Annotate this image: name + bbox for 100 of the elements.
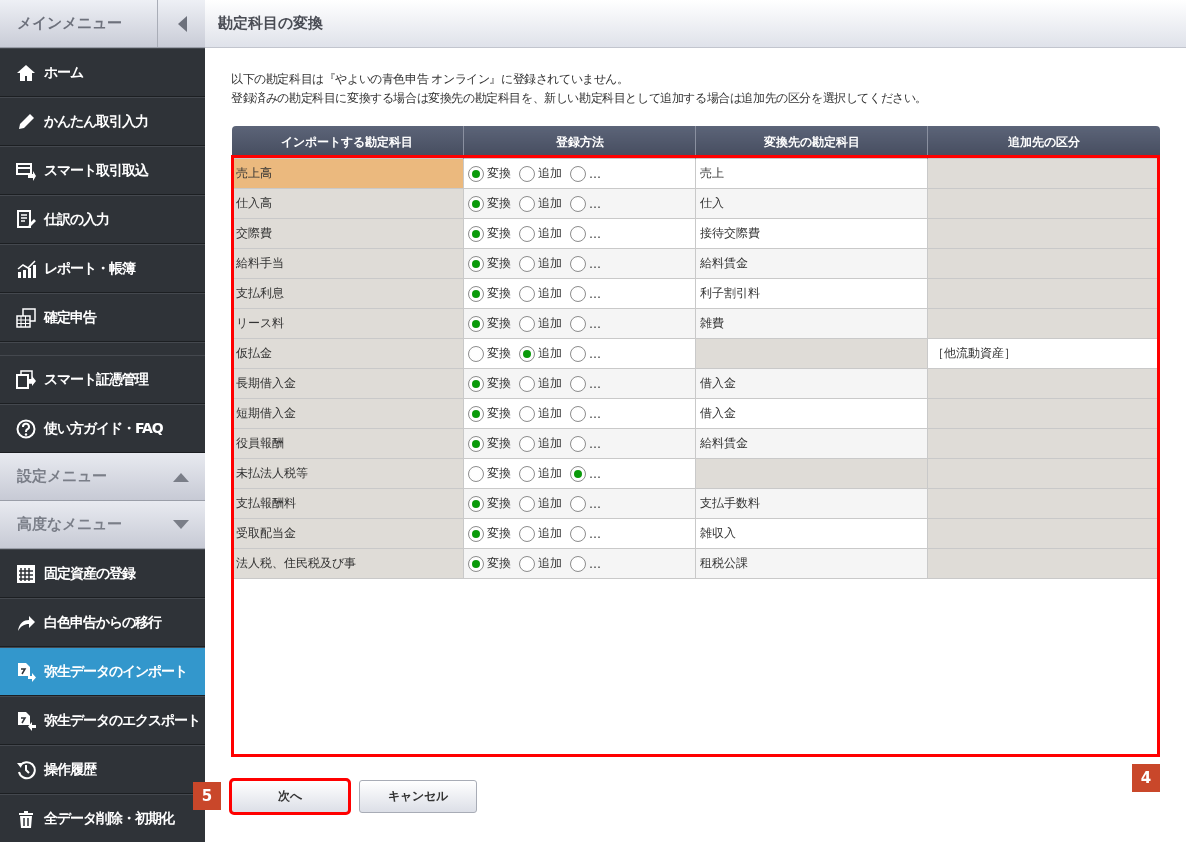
table-cell: リース料 <box>231 308 464 339</box>
menu-item[interactable]: スマート取引取込 <box>0 146 205 195</box>
radio-button[interactable]: 変換 <box>468 165 511 182</box>
radio-button[interactable]: 変換 <box>468 375 511 392</box>
menu-item[interactable]: 確定申告 <box>0 293 205 342</box>
radio-button[interactable]: 変換 <box>468 495 511 512</box>
bar-chart-icon <box>16 258 36 279</box>
menu-item[interactable]: スマート証憑管理 <box>0 355 205 404</box>
table-cell: 借入金 <box>695 368 928 399</box>
menu-item-label: ホーム <box>44 63 83 82</box>
instruction-text: 登録済みの勘定科目に変換する場合は変換先の勘定科目を、新しい勘定科目として追加する場合は追加先の区分を選択してください。 <box>231 90 928 107</box>
radio-button[interactable]: 追加 <box>519 345 562 362</box>
button[interactable]: 次へ <box>231 780 349 813</box>
menu-section-title: 高度なメニュー <box>17 515 122 534</box>
document-pencil-icon <box>16 209 36 230</box>
table-cell: ［他流動資産］ <box>927 338 1160 369</box>
radio-button[interactable]: 変換 <box>468 195 511 212</box>
help-icon <box>16 418 36 439</box>
table-cell: 雑収入 <box>695 518 928 549</box>
menu-item-label: 弥生データのインポート <box>44 662 187 681</box>
radio-button[interactable]: 変換 <box>468 345 511 362</box>
radio-button[interactable]: 追加 <box>519 405 562 422</box>
radio-button[interactable]: 変換 <box>468 405 511 422</box>
table-cell: 仕入高 <box>231 188 464 219</box>
radio-button[interactable]: 追加 <box>519 375 562 392</box>
table-cell: 仕入 <box>695 188 928 219</box>
menu-item-label: 固定資産の登録 <box>44 564 135 583</box>
menu-item[interactable]: 仕訳の入力 <box>0 195 205 244</box>
radio-button[interactable]: 追加 <box>519 435 562 452</box>
radio-button[interactable]: 変換 <box>468 255 511 272</box>
home-icon <box>16 62 36 83</box>
radio-button[interactable]: 追加 <box>519 315 562 332</box>
table-cell: 租税公課 <box>695 548 928 579</box>
grid-icon <box>16 563 36 584</box>
radio-button[interactable]: 追加 <box>519 285 562 302</box>
table-cell: 給料賃金 <box>695 248 928 279</box>
menu-item-label: 確定申告 <box>44 308 96 327</box>
radio-button[interactable]: 変換 <box>468 435 511 452</box>
radio-button[interactable]: 追加 <box>519 255 562 272</box>
table-cell: 支払利息 <box>231 278 464 309</box>
menu-item[interactable]: ホーム <box>0 48 205 97</box>
radio-button[interactable]: 変換 <box>468 315 511 332</box>
table-cell: 受取配当金 <box>231 518 464 549</box>
table-cell: 売上 <box>695 158 928 189</box>
menu-item-label: スマート証憑管理 <box>44 370 148 389</box>
radio-button[interactable]: 追加 <box>519 525 562 542</box>
menu-item-label: 全データ削除・初期化 <box>44 809 174 828</box>
radio-button[interactable]: 追加 <box>519 195 562 212</box>
table-cell[interactable]: 売上高 <box>231 158 464 189</box>
menu-item-label: かんたん取引入力 <box>44 112 148 131</box>
table-cell: 借入金 <box>695 398 928 429</box>
table-cell: 長期借入金 <box>231 368 464 399</box>
history-icon <box>16 759 36 780</box>
button[interactable]: キャンセル <box>359 780 477 813</box>
radio-button[interactable]: 変換 <box>468 465 511 482</box>
trash-icon <box>16 808 36 829</box>
file-arrow-icon <box>16 710 36 731</box>
radio-button[interactable]: 追加 <box>519 495 562 512</box>
menu-section-title: 設定メニュー <box>17 467 107 486</box>
table-cell: 短期借入金 <box>231 398 464 429</box>
table-cell: 未払法人税等 <box>231 458 464 489</box>
caret-icon <box>176 15 187 32</box>
table-cell: 給料賃金 <box>695 428 928 459</box>
callout-badge: 4 <box>1132 764 1160 792</box>
caret-icon <box>173 519 189 530</box>
pencil-icon <box>16 111 36 132</box>
file-arrow-icon <box>16 661 36 682</box>
column-header: 変換先の勘定科目 <box>695 126 928 159</box>
callout-badge: 5 <box>193 782 221 810</box>
card-arrow-icon <box>16 160 36 181</box>
radio-button[interactable]: 変換 <box>468 525 511 542</box>
radio-button[interactable]: 追加 <box>519 165 562 182</box>
table-cell: 雑費 <box>695 308 928 339</box>
table-cell: 支払手数料 <box>695 488 928 519</box>
radio-button[interactable]: 追加 <box>519 465 562 482</box>
calculator-icon <box>16 307 36 328</box>
menu-item[interactable]: 弥生データのエクスポート <box>0 696 205 745</box>
radio-button[interactable]: 追加 <box>519 225 562 242</box>
menu-item[interactable]: かんたん取引入力 <box>0 97 205 146</box>
radio-button[interactable]: 変換 <box>468 285 511 302</box>
table-cell: 交際費 <box>231 218 464 249</box>
menu-item-label: スマート取引取込 <box>44 161 148 180</box>
table-cell: 役員報酬 <box>231 428 464 459</box>
radio-button[interactable]: 変換 <box>468 555 511 572</box>
menu-item-label: 白色申告からの移行 <box>44 613 161 632</box>
radio-button[interactable]: 変換 <box>468 225 511 242</box>
menu-item[interactable]: レポート・帳簿 <box>0 244 205 293</box>
column-header: 追加先の区分 <box>927 126 1160 159</box>
menu-item-label: レポート・帳簿 <box>44 259 135 278</box>
menu-item-label: 使い方ガイド・FAQ <box>44 419 163 438</box>
instruction-text: 以下の勘定科目は『やよいの青色申告 オンライン』に登録されていません。 <box>231 71 630 88</box>
radio-button[interactable]: 追加 <box>519 555 562 572</box>
menu-item-label: 操作履歴 <box>44 760 96 779</box>
table-cell: 法人税、住民税及び事 <box>231 548 464 579</box>
menu-item-label: 弥生データのエクスポート <box>44 711 200 730</box>
sidebar-title: メインメニュー <box>16 13 123 34</box>
menu-item-label: 仕訳の入力 <box>44 210 109 229</box>
table-cell: 接待交際費 <box>695 218 928 249</box>
menu-item[interactable]: 固定資産の登録 <box>0 549 205 598</box>
table-cell: 支払報酬料 <box>231 488 464 519</box>
